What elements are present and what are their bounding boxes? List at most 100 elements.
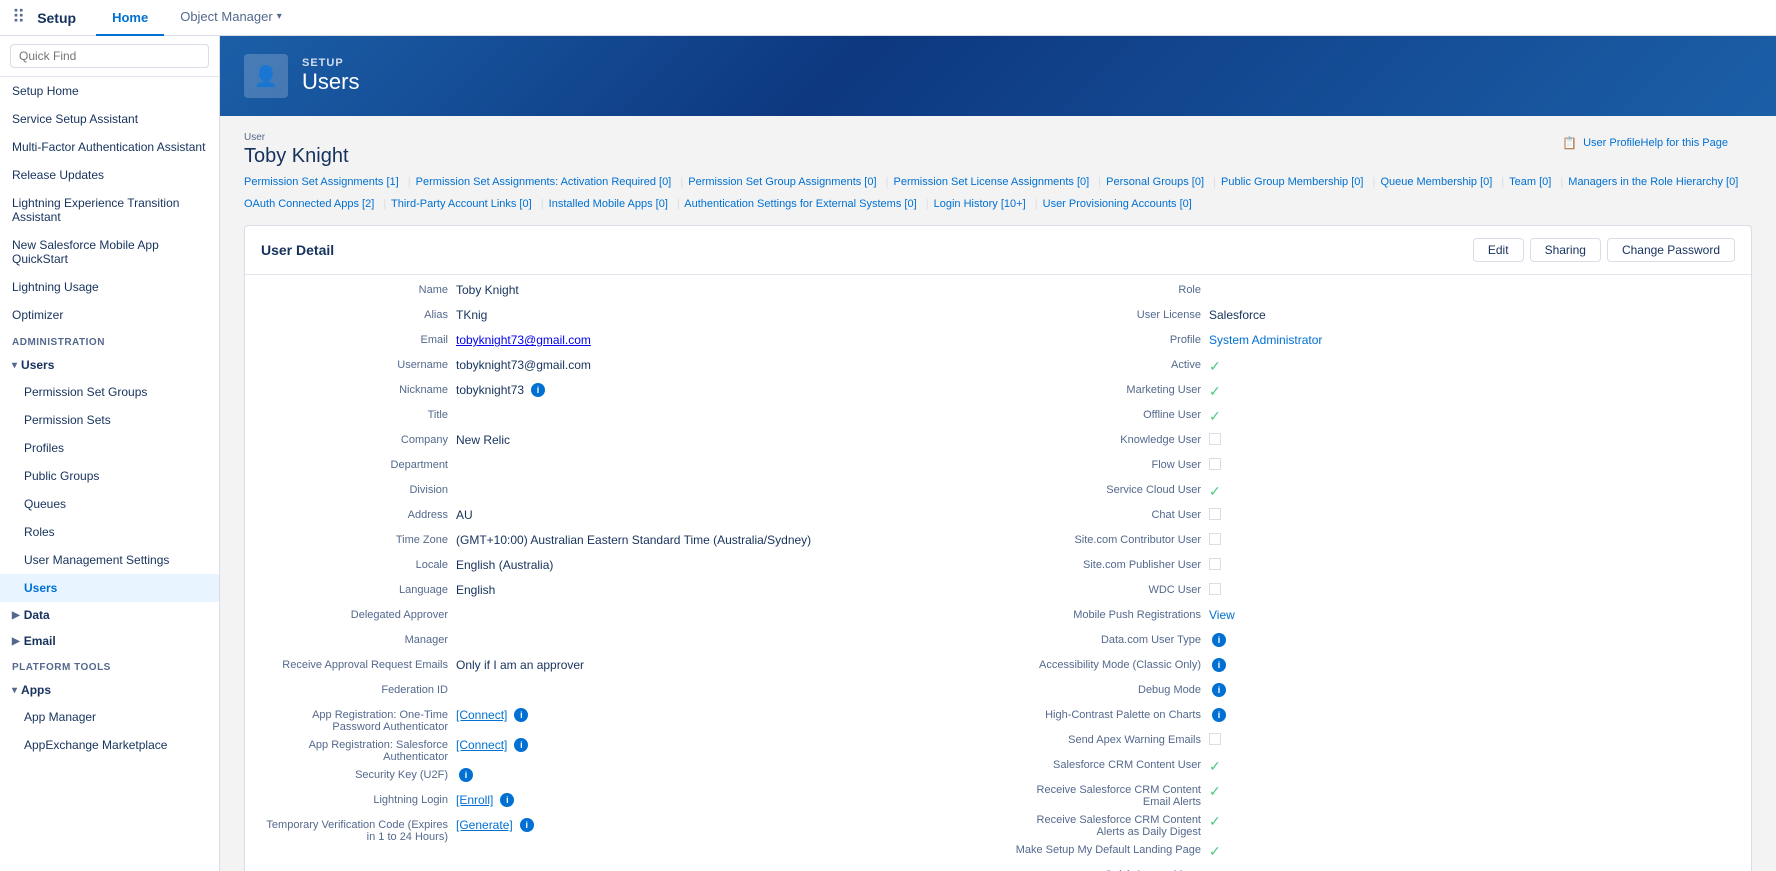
field-service-cloud-user: Service Cloud User ✓ [1014, 483, 1735, 503]
link-auth-settings-external-systems[interactable]: Authentication Settings for External Sys… [684, 198, 916, 210]
sidebar-item-user-management-settings[interactable]: User Management Settings [0, 546, 219, 574]
high-contrast-info-icon[interactable]: i [1212, 708, 1226, 722]
active-checkmark: ✓ [1209, 358, 1221, 375]
field-delegated-approver: Delegated Approver [261, 608, 982, 628]
field-sf-crm-content-user: Salesforce CRM Content User ✓ [1014, 758, 1735, 778]
sidebar-item-public-groups[interactable]: Public Groups [0, 462, 219, 490]
link-permission-set-assignments[interactable]: Permission Set Assignments [1] [244, 176, 399, 188]
sidebar-section-platform-tools: PLATFORM TOOLS [0, 654, 219, 677]
security-key-info-icon[interactable]: i [459, 768, 473, 782]
mobile-push-view-link[interactable]: View [1209, 608, 1235, 622]
user-links-row-2: OAuth Connected Apps [2] | Third-Party A… [244, 196, 1752, 214]
make-setup-default-checkmark: ✓ [1209, 843, 1221, 860]
otp-info-icon[interactable]: i [514, 708, 528, 722]
detail-card-title: User Detail [261, 242, 334, 258]
field-username: Username tobyknight73@gmail.com [261, 358, 982, 378]
user-profile-help: 📋 User ProfileHelp for this Page [1538, 132, 1752, 154]
field-receive-crm-daily-digest: Receive Salesforce CRM Content Alerts as… [1014, 813, 1735, 838]
detail-card: User Detail Edit Sharing Change Password… [244, 225, 1752, 871]
tab-object-manager[interactable]: Object Manager ▾ [164, 0, 298, 36]
field-email: Email tobyknight73@gmail.com [261, 333, 982, 353]
sidebar-item-setup-home[interactable]: Setup Home [0, 77, 219, 105]
sidebar-item-roles[interactable]: Roles [0, 518, 219, 546]
field-temp-verification: Temporary Verification Code (Expires in … [261, 818, 982, 843]
sidebar-item-permission-sets[interactable]: Permission Sets [0, 406, 219, 434]
sidebar-group-data[interactable]: ▶ Data [0, 602, 219, 628]
sidebar-item-mfa[interactable]: Multi-Factor Authentication Assistant [0, 133, 219, 161]
link-managers-role-hierarchy[interactable]: Managers in the Role Hierarchy [0] [1568, 176, 1738, 188]
edit-button[interactable]: Edit [1473, 238, 1524, 262]
link-user-provisioning-accounts[interactable]: User Provisioning Accounts [0] [1043, 198, 1192, 210]
sitecom-publisher-checkbox [1209, 558, 1221, 570]
link-public-group-membership[interactable]: Public Group Membership [0] [1221, 176, 1363, 188]
link-personal-groups[interactable]: Personal Groups [0] [1106, 176, 1204, 188]
sidebar-item-mobile-quickstart[interactable]: New Salesforce Mobile App QuickStart [0, 231, 219, 273]
generate-link[interactable]: [Generate] [456, 818, 513, 832]
sidebar-item-queues[interactable]: Queues [0, 490, 219, 518]
setup-label: Setup [37, 10, 76, 26]
header-setup-label: SETUP [302, 57, 359, 69]
receive-crm-daily-checkmark: ✓ [1209, 813, 1221, 830]
link-oauth-connected-apps[interactable]: OAuth Connected Apps [2] [244, 198, 374, 210]
field-knowledge-user: Knowledge User [1014, 433, 1735, 453]
field-manager: Manager [261, 633, 982, 653]
field-accessibility-mode: Accessibility Mode (Classic Only) i [1014, 658, 1735, 678]
datacom-info-icon[interactable]: i [1212, 633, 1226, 647]
link-installed-mobile-apps[interactable]: Installed Mobile Apps [0] [549, 198, 668, 210]
field-wdc-user: WDC User [1014, 583, 1735, 603]
sidebar-item-permission-set-groups[interactable]: Permission Set Groups [0, 378, 219, 406]
profile-link[interactable]: System Administrator [1209, 333, 1322, 347]
user-links-row-1: Permission Set Assignments [1] | Permiss… [244, 174, 1752, 192]
chevron-right-icon: ▶ [12, 610, 20, 621]
link-third-party-account-links[interactable]: Third-Party Account Links [0] [391, 198, 532, 210]
field-profile: Profile System Administrator [1014, 333, 1735, 353]
sidebar-item-lightning-usage[interactable]: Lightning Usage [0, 273, 219, 301]
link-permission-set-group-assignments[interactable]: Permission Set Group Assignments [0] [688, 176, 876, 188]
user-name-heading: Toby Knight [244, 145, 349, 168]
main-content: 👤 SETUP Users User Toby Knight 📋 User Pr… [220, 36, 1776, 871]
offline-user-checkmark: ✓ [1209, 408, 1221, 425]
field-sitecom-publisher: Site.com Publisher User [1014, 558, 1735, 578]
sidebar-item-service-setup[interactable]: Service Setup Assistant [0, 105, 219, 133]
sidebar-item-optimizer[interactable]: Optimizer [0, 301, 219, 329]
nickname-info-icon[interactable]: i [531, 383, 545, 397]
sf-auth-info-icon[interactable]: i [514, 738, 528, 752]
link-queue-membership[interactable]: Queue Membership [0] [1380, 176, 1492, 188]
sidebar-item-release-updates[interactable]: Release Updates [0, 161, 219, 189]
field-federation-id: Federation ID [261, 683, 982, 703]
temp-verification-info-icon[interactable]: i [520, 818, 534, 832]
chat-user-checkbox [1209, 508, 1221, 520]
sharing-button[interactable]: Sharing [1530, 238, 1601, 262]
sidebar-item-users[interactable]: Users [0, 574, 219, 602]
link-team[interactable]: Team [0] [1509, 176, 1551, 188]
sidebar-item-app-manager[interactable]: App Manager [0, 703, 219, 731]
link-permission-set-assignments-activation[interactable]: Permission Set Assignments: Activation R… [416, 176, 672, 188]
email-link[interactable]: tobyknight73@gmail.com [456, 333, 591, 347]
field-marketing-user: Marketing User ✓ [1014, 383, 1735, 403]
sidebar-item-lightning-transition[interactable]: Lightning Experience Transition Assistan… [0, 189, 219, 231]
sidebar-group-email[interactable]: ▶ Email [0, 628, 219, 654]
field-role: Role [1014, 283, 1735, 303]
sidebar-group-apps[interactable]: ▾ Apps [0, 677, 219, 703]
detail-two-col: Name Toby Knight Alias TKnig Email tobyk… [245, 275, 1751, 871]
field-name: Name Toby Knight [261, 283, 982, 303]
link-permission-set-license-assignments[interactable]: Permission Set License Assignments [0] [894, 176, 1090, 188]
tab-home[interactable]: Home [96, 0, 164, 36]
user-profile-help-link[interactable]: User ProfileHelp for this Page [1583, 137, 1728, 149]
sidebar-item-profiles[interactable]: Profiles [0, 434, 219, 462]
link-login-history[interactable]: Login History [10+] [934, 198, 1026, 210]
search-input[interactable] [10, 44, 209, 68]
lightning-login-info-icon[interactable]: i [500, 793, 514, 807]
debug-mode-info-icon[interactable]: i [1212, 683, 1226, 697]
app-launcher-icon[interactable]: ⠿ [12, 7, 25, 28]
sidebar-item-appexchange[interactable]: AppExchange Marketplace [0, 731, 219, 759]
connect-otp-link[interactable]: [Connect] [456, 708, 507, 722]
accessibility-info-icon[interactable]: i [1212, 658, 1226, 672]
sidebar-group-users[interactable]: ▾ Users [0, 352, 219, 378]
field-mobile-push-registrations: Mobile Push Registrations View [1014, 608, 1735, 628]
change-password-button[interactable]: Change Password [1607, 238, 1735, 262]
connect-sf-auth-link[interactable]: [Connect] [456, 738, 507, 752]
marketing-user-checkmark: ✓ [1209, 383, 1221, 400]
field-company: Company New Relic [261, 433, 982, 453]
enroll-link[interactable]: [Enroll] [456, 793, 493, 807]
